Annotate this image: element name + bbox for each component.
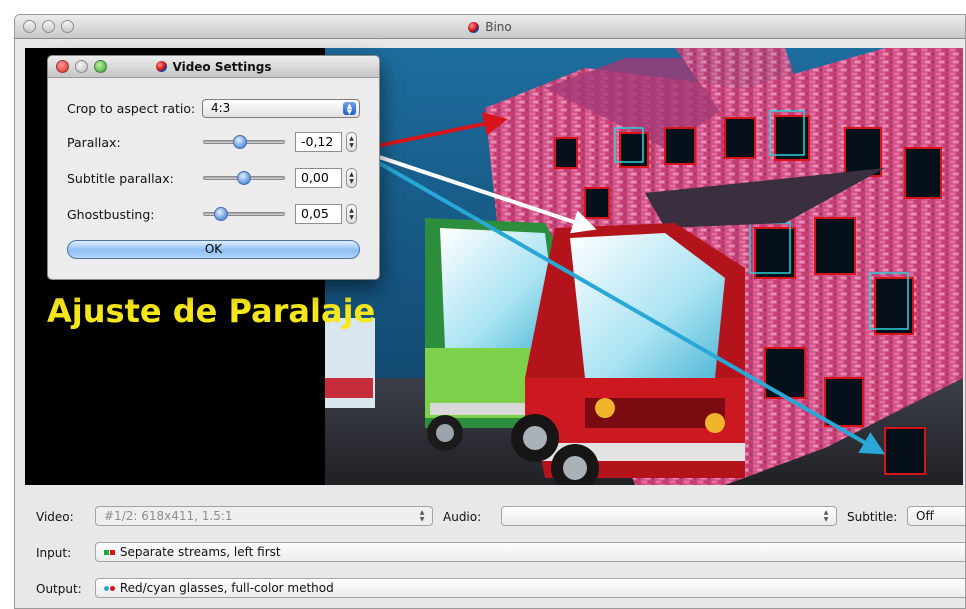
left-first-icon: [104, 545, 116, 559]
minimize-window-button[interactable]: [42, 20, 55, 33]
arrow-white: [366, 151, 597, 234]
input-label: Input:: [36, 546, 72, 560]
arrow-red: [366, 112, 508, 150]
zoom-window-button[interactable]: [61, 20, 74, 33]
video-settings-dialog: Video Settings Crop to aspect ratio: 4:3…: [47, 55, 380, 280]
bino-app-icon: [468, 21, 480, 33]
close-window-button[interactable]: [23, 20, 36, 33]
audio-stream-select[interactable]: ▲ ▼: [501, 506, 837, 526]
select-arrows-icon: ▲ ▼: [343, 102, 356, 116]
ok-button[interactable]: OK: [67, 240, 360, 259]
parallax-slider[interactable]: [203, 135, 285, 149]
ghostbusting-input[interactable]: 0,05: [295, 204, 342, 224]
subtitle-parallax-slider-knob[interactable]: [237, 171, 251, 185]
subtitle-parallax-input[interactable]: 0,00: [295, 168, 342, 188]
red-cyan-glasses-icon: [104, 581, 116, 595]
parallax-stepper[interactable]: ▲ ▼: [346, 132, 357, 152]
dialog-title-bar: Video Settings: [48, 56, 379, 78]
video-label: Video:: [36, 510, 74, 524]
input-mode-select[interactable]: Separate streams, left first: [95, 542, 965, 562]
ghostbusting-slider[interactable]: [203, 207, 285, 221]
output-mode-select[interactable]: Red/cyan glasses, full-color method: [95, 578, 965, 598]
arrow-cyan: [366, 154, 886, 455]
ghostbusting-slider-knob[interactable]: [214, 207, 228, 221]
dialog-zoom-button[interactable]: [94, 60, 107, 73]
ghostbusting-stepper[interactable]: ▲ ▼: [346, 204, 357, 224]
select-arrows-icon: ▲ ▼: [823, 509, 829, 523]
subtitle-parallax-stepper[interactable]: ▲ ▼: [346, 168, 357, 188]
crop-label: Crop to aspect ratio:: [67, 101, 196, 116]
select-arrows-icon: ▲ ▼: [419, 509, 425, 523]
parallax-label: Parallax:: [67, 135, 121, 150]
ghostbusting-label: Ghostbusting:: [67, 207, 155, 222]
bino-app-icon: [155, 61, 167, 72]
subtitle-select[interactable]: Off: [907, 506, 965, 526]
dialog-minimize-button[interactable]: [75, 60, 88, 73]
dialog-close-button[interactable]: [56, 60, 69, 73]
subtitle-label: Subtitle:: [847, 510, 898, 524]
video-stream-select[interactable]: #1/2: 618x411, 1.5:1 ▲ ▼: [95, 506, 433, 526]
subtitle-parallax-slider[interactable]: [203, 171, 285, 185]
crop-aspect-select[interactable]: 4:3 ▲ ▼: [202, 99, 360, 118]
output-label: Output:: [36, 582, 82, 596]
title-bar: Bino: [15, 15, 965, 39]
window-title: Bino: [468, 15, 512, 39]
subtitle-parallax-label: Subtitle parallax:: [67, 171, 174, 186]
audio-label: Audio:: [443, 510, 482, 524]
parallax-input[interactable]: -0,12: [295, 132, 342, 152]
parallax-slider-knob[interactable]: [233, 135, 247, 149]
